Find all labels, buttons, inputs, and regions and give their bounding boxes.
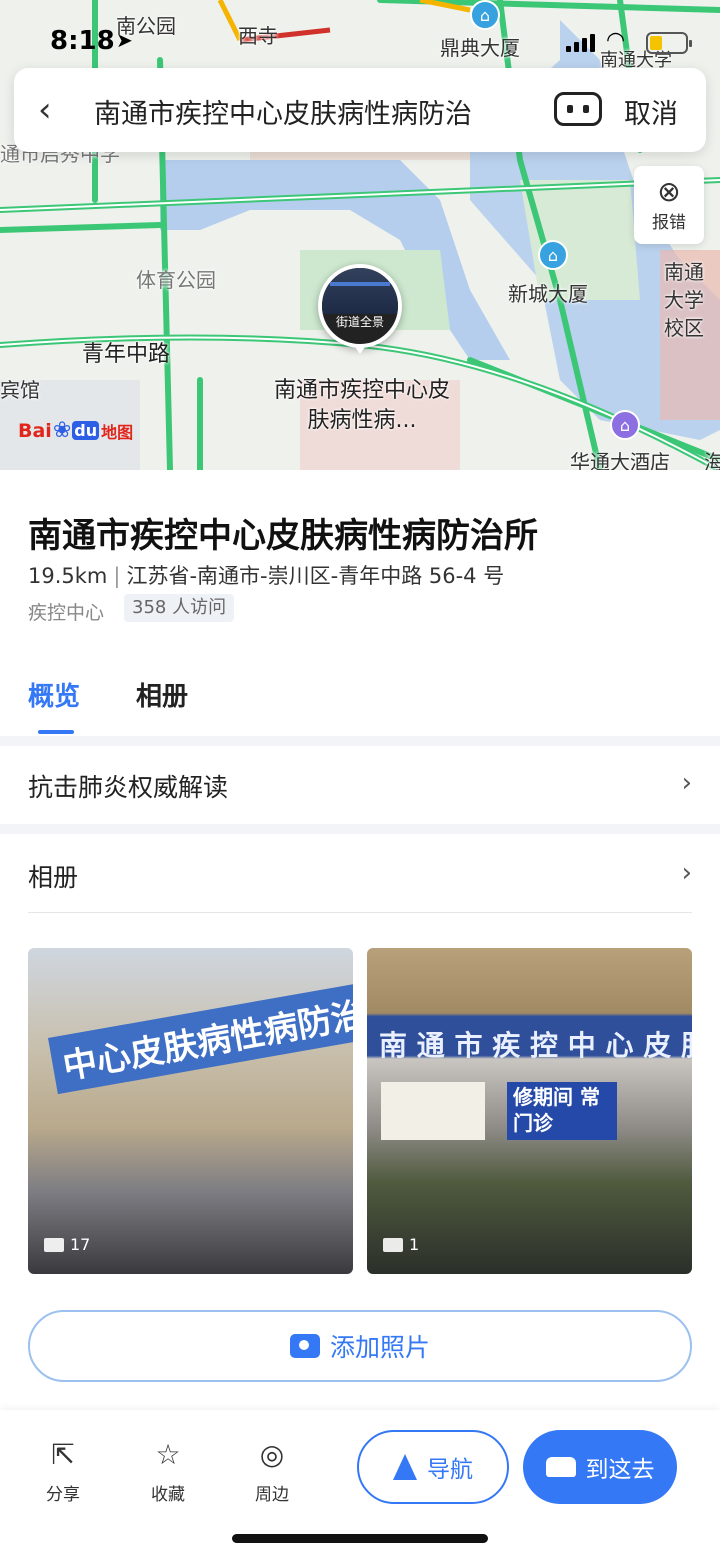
photo-count-value: 1 [409, 1235, 420, 1254]
camera-icon [289, 1334, 320, 1358]
chevron-right-icon: › [681, 768, 692, 798]
image-icon [44, 1237, 64, 1252]
street-view-label: 街道全景 [335, 315, 384, 329]
panorama-icon [383, 1237, 403, 1252]
album-photo-2[interactable]: 南 通 市 疾 控 中 心 皮 肤 病 修期间 常门诊 1 [367, 948, 692, 1274]
place-address: 江苏省-南通市-崇川区-青年中路 56-4 号 [126, 564, 505, 588]
cellular-signal-icon [566, 34, 595, 52]
paw-icon: ❀ [52, 418, 72, 443]
star-icon: ☆ [155, 1438, 181, 1471]
navigate-label: 导航 [427, 1457, 473, 1483]
map-label-park: 体育公园 [136, 268, 216, 292]
photo-count: 17 [44, 1235, 90, 1254]
detail-tabs: 概览 相册 [0, 670, 720, 738]
back-arrow-icon[interactable]: ‹ [38, 90, 74, 130]
section-divider [0, 824, 720, 834]
wifi-icon: ◠ [606, 28, 626, 53]
battery-icon [646, 32, 692, 54]
share-label: 分享 [46, 1485, 80, 1505]
photo-sign-text: 中心皮肤病性病防治 [48, 981, 353, 1095]
go-here-button[interactable]: 到这去 [523, 1430, 677, 1504]
place-category: 疾控中心 [28, 602, 105, 624]
go-here-label: 到这去 [585, 1457, 655, 1483]
baidu-map-logo: Bai ❀ du 地图 [18, 418, 133, 443]
street-view-marker[interactable]: 街道全景 [318, 264, 402, 348]
report-error-button[interactable]: ⊗ 报错 [634, 166, 704, 244]
place-title: 南通市疾控中心皮肤病性病防治所 [28, 516, 538, 556]
search-query[interactable]: 南通市疾控中心皮肤病性病防治 [94, 92, 472, 131]
map-place-label[interactable]: 南通市疾控中心皮肤病性病... [272, 376, 452, 436]
logo-text-map: 地图 [101, 422, 134, 442]
logo-text-bai: Bai [18, 419, 52, 442]
album-row[interactable]: 相册 › [0, 836, 720, 914]
logo-text-du: du [72, 421, 100, 440]
home-indicator[interactable] [232, 1534, 488, 1543]
bottom-action-bar: ⇱ 分享 ☆ 收藏 ◎ 周边 导航 到这去 [0, 1410, 720, 1558]
voice-icon[interactable] [554, 92, 602, 126]
tab-indicator [38, 730, 74, 734]
place-address-line: 19.5km | 江苏省-南通市-崇川区-青年中路 56-4 号 [28, 560, 504, 590]
tab-album[interactable]: 相册 [136, 676, 188, 713]
chevron-right-icon: › [681, 858, 692, 888]
map-label-huatong: 华通大酒店 [570, 450, 670, 470]
visits-badge: 358 人访问 [124, 594, 235, 622]
report-pin-icon: ⊗ [657, 175, 681, 208]
compass-icon: ◎ [259, 1438, 285, 1471]
covid-info-label: 抗击肺炎权威解读 [28, 773, 229, 802]
favorite-label: 收藏 [151, 1485, 185, 1505]
map-label-xincheng: 新城大厦 [508, 282, 588, 306]
marker-pointer [353, 344, 367, 354]
nearby-label: 周边 [255, 1485, 289, 1505]
photo-sign-text: 南 通 市 疾 控 中 心 皮 肤 病 [379, 1029, 692, 1062]
navigation-arrow-icon [393, 1454, 417, 1480]
separator: | [113, 564, 121, 588]
add-photo-button[interactable]: 添加照片 [28, 1310, 692, 1382]
tab-overview[interactable]: 概览 [28, 676, 80, 713]
map-label-hotel-left: 宾馆 [0, 378, 40, 402]
share-button[interactable]: ⇱ 分享 [28, 1438, 98, 1505]
covid-info-row[interactable]: 抗击肺炎权威解读 › [0, 746, 720, 824]
section-divider [0, 736, 720, 746]
map-label-road: 青年中路 [82, 342, 171, 367]
album-photo-1[interactable]: 中心皮肤病性病防治 17 [28, 948, 353, 1274]
map-label-edge: 海 [704, 450, 720, 470]
location-arrow-icon: ➤ [116, 28, 133, 52]
photo-clinic-sign: 修期间 常门诊 [507, 1082, 617, 1140]
album-label: 相册 [28, 863, 79, 892]
nearby-button[interactable]: ◎ 周边 [237, 1438, 307, 1505]
status-time: 8:18 [50, 26, 115, 56]
report-label: 报错 [652, 213, 686, 233]
map-label-campus: 南通大学校区 [664, 260, 704, 340]
place-distance: 19.5km [28, 564, 108, 588]
street-view-thumbnail [322, 268, 398, 314]
divider [28, 912, 692, 913]
poi-pin-icon[interactable]: ⌂ [538, 240, 568, 270]
cancel-button[interactable]: 取消 [624, 92, 678, 131]
add-photo-label: 添加照片 [329, 1333, 430, 1362]
share-icon: ⇱ [51, 1438, 75, 1471]
photo-poster [381, 1082, 485, 1140]
status-bar: 8:18 ➤ ◠ [0, 22, 720, 66]
photo-count-value: 17 [70, 1235, 91, 1254]
photo-count: 1 [383, 1235, 419, 1254]
hotel-pin-icon[interactable]: ⌂ [610, 410, 640, 440]
navigate-button[interactable]: 导航 [357, 1430, 509, 1504]
car-icon [545, 1457, 576, 1477]
search-bar[interactable]: ‹ 南通市疾控中心皮肤病性病防治 取消 [14, 68, 706, 152]
favorite-button[interactable]: ☆ 收藏 [133, 1438, 203, 1505]
